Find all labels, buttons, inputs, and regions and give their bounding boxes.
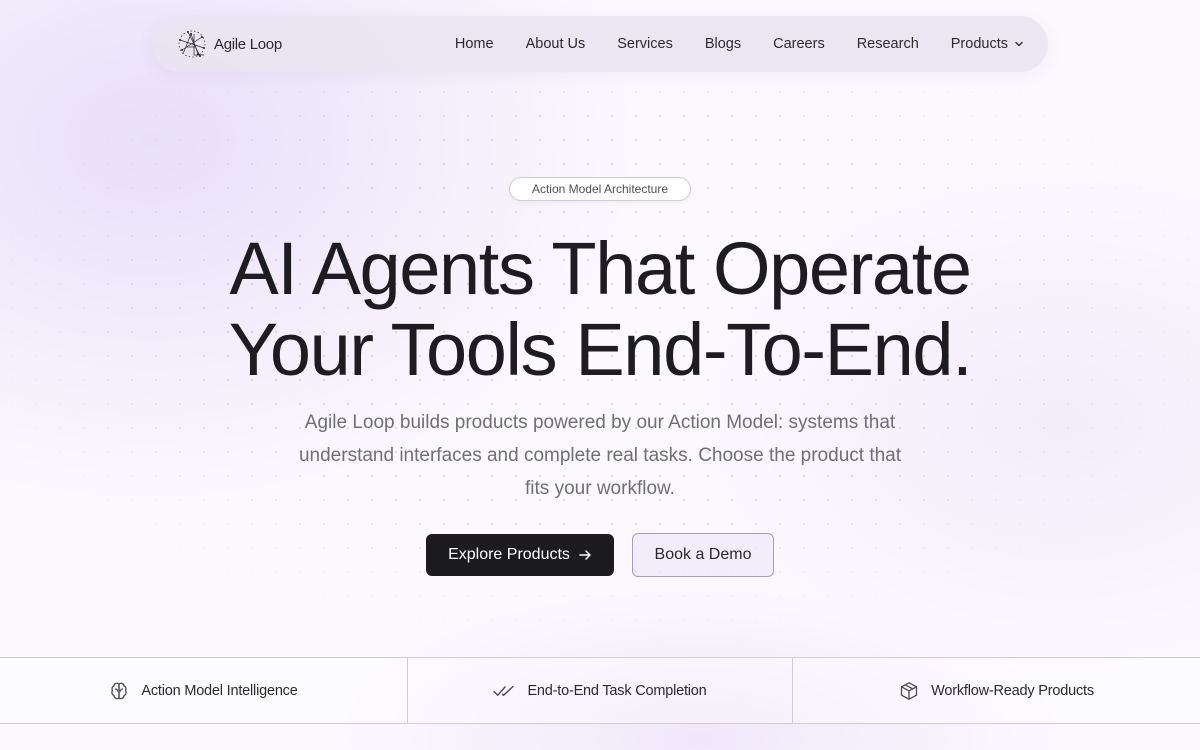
arrow-right-icon [579,550,591,560]
hero-badge: Action Model Architecture [509,177,691,201]
logo-text: Agile Loop [214,35,282,53]
nav-links: Home About Us Services Blogs Careers Res… [455,16,1024,72]
book-demo-button[interactable]: Book a Demo [632,533,774,577]
logo-mark-icon [178,30,206,58]
feature-item-action-model: Action Model Intelligence [0,658,408,723]
brain-icon [111,682,128,699]
top-navbar: Agile Loop Home About Us Services Blogs … [152,16,1048,72]
nav-link-about-us[interactable]: About Us [526,36,586,52]
brand-logo[interactable]: Agile Loop [176,28,282,60]
nav-link-products-label: Products [950,36,1008,52]
nav-link-careers[interactable]: Careers [773,36,825,52]
feature-item-workflow-products: Workflow-Ready Products [793,658,1200,723]
nav-link-services[interactable]: Services [617,36,673,52]
chevron-down-icon [1015,41,1023,47]
hero-subtitle-line-1: Agile Loop builds products powered by ou… [304,412,896,433]
nav-link-blogs[interactable]: Blogs [705,36,741,52]
feature-strip: Action Model Intelligence End-to-End Tas… [0,657,1200,724]
hero-headline: AI Agents That Operate Your Tools End-To… [0,228,1200,390]
feature-label: Action Model Intelligence [141,682,298,699]
explore-products-label: Explore Products [448,546,570,563]
nav-link-products-dropdown[interactable]: Products [951,36,1024,52]
hero-subtitle-line-3: fits your workflow. [525,478,675,499]
hero-subtitle-line-2: understand interfaces and complete real … [298,445,902,466]
nav-link-home[interactable]: Home [455,36,494,52]
nav-link-research[interactable]: Research [857,36,919,52]
book-demo-label: Book a Demo [654,546,752,563]
box-icon [900,681,918,700]
hero-headline-line-1: AI Agents That Operate [229,227,972,310]
hero-subtitle: Agile Loop builds products powered by ou… [270,406,930,505]
hero-headline-line-2: Your Tools End-To-End. [228,308,973,391]
feature-item-task-completion: End-to-End Task Completion [408,658,793,723]
explore-products-button[interactable]: Explore Products [426,534,614,576]
feature-label: End-to-End Task Completion [527,682,707,699]
double-check-icon [493,685,515,696]
feature-label: Workflow-Ready Products [931,682,1094,699]
